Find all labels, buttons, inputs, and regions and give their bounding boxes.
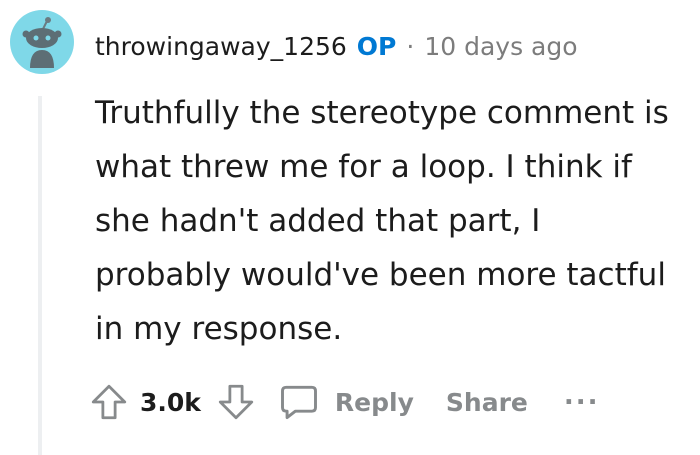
downvote-button[interactable] [215, 381, 257, 423]
upvote-button[interactable] [88, 381, 130, 423]
comment: throwingaway_1256 OP · 10 days ago Truth… [0, 0, 700, 455]
share-button[interactable]: Share [446, 388, 528, 417]
more-options-button[interactable]: ... [564, 381, 600, 411]
reply-button[interactable]: Reply [277, 380, 414, 424]
comment-body: Truthfully the stereotype comment is wha… [95, 95, 669, 347]
comment-actions: 3.0k Reply Share ... [88, 374, 600, 430]
thread-collapse-line[interactable] [38, 96, 42, 455]
separator-dot: · [406, 31, 415, 61]
reply-label: Reply [334, 387, 414, 417]
op-badge: OP [356, 31, 397, 61]
comment-header: throwingaway_1256 OP · 10 days ago [95, 28, 578, 64]
speech-bubble-icon [280, 385, 317, 420]
snoo-avatar-icon[interactable] [10, 10, 74, 74]
downvote-arrow-icon [218, 384, 254, 420]
username-link[interactable]: throwingaway_1256 [95, 32, 347, 61]
vote-score: 3.0k [140, 387, 201, 417]
timestamp-link[interactable]: 10 days ago [424, 32, 577, 61]
upvote-arrow-icon [91, 384, 127, 420]
